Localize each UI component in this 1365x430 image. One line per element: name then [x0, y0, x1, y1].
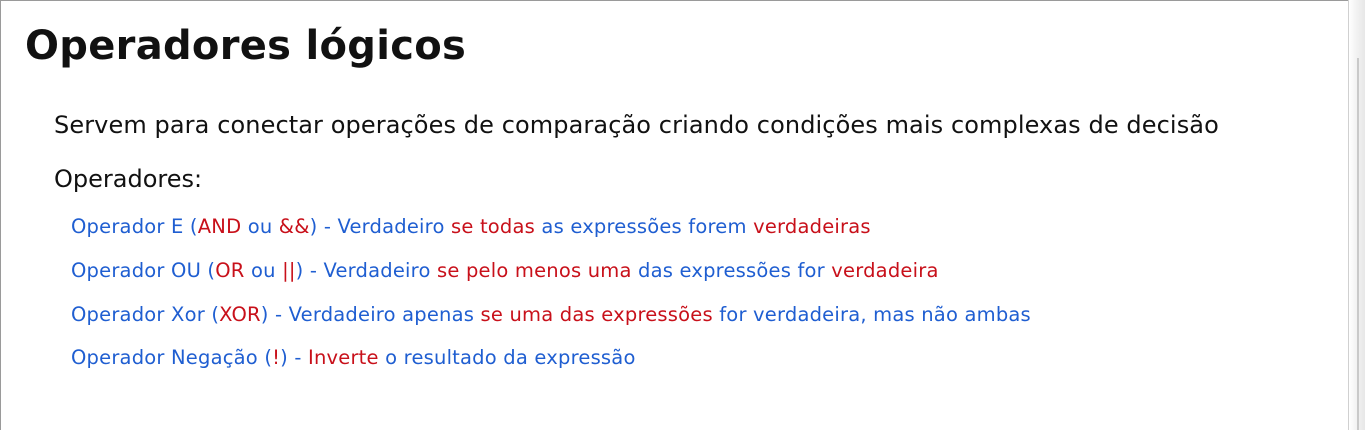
- operator-segment: o resultado da expressão: [378, 346, 636, 369]
- operator-segment: ||: [282, 259, 296, 282]
- operator-segment: se pelo menos uma: [437, 259, 632, 282]
- operator-segment: ) - Verdadeiro apenas: [260, 303, 481, 326]
- operator-segment: ou: [244, 259, 283, 282]
- operator-segment: !: [272, 346, 281, 369]
- operator-segment: se uma das expressões: [480, 303, 713, 326]
- operator-segment: verdadeiras: [753, 215, 871, 238]
- page-title: Operadores lógicos: [25, 23, 467, 69]
- operator-segment: se todas: [451, 215, 536, 238]
- operator-segment: as expressões forem: [535, 215, 754, 238]
- operator-segment: Operador Xor (: [71, 303, 220, 326]
- operator-or-line: Operador OU (OR ou ||) - Verdadeiro se p…: [71, 259, 939, 282]
- operator-segment: ou: [241, 215, 279, 238]
- operator-segment: Operador OU (: [71, 259, 216, 282]
- operator-segment: Operador E (: [71, 215, 198, 238]
- operator-segment: ) - Verdadeiro: [295, 259, 437, 282]
- operator-segment: AND: [197, 215, 242, 238]
- operator-segment: &&: [278, 215, 310, 238]
- operator-segment: ) -: [280, 346, 309, 369]
- operators-label: Operadores:: [54, 165, 203, 193]
- operator-xor-line: Operador Xor (XOR) - Verdadeiro apenas s…: [71, 303, 1031, 326]
- operator-segment: verdadeira: [831, 259, 939, 282]
- description-text: Servem para conectar operações de compar…: [54, 111, 1219, 139]
- operator-segment: das expressões for: [631, 259, 832, 282]
- operator-segment: for verdadeira, mas não ambas: [712, 303, 1031, 326]
- operator-and-line: Operador E (AND ou &&) - Verdadeiro se t…: [71, 215, 871, 238]
- operator-not-line: Operador Negação (!) - Inverte o resulta…: [71, 346, 636, 369]
- operator-segment: XOR: [219, 303, 261, 326]
- window-edge-divider: [1357, 58, 1359, 430]
- slide: Operadores lógicos Servem para conectar …: [0, 0, 1363, 430]
- operator-segment: Inverte: [308, 346, 379, 369]
- operator-segment: Operador Negação (: [71, 346, 273, 369]
- operator-segment: ) - Verdadeiro: [309, 215, 451, 238]
- operator-segment: OR: [215, 259, 245, 282]
